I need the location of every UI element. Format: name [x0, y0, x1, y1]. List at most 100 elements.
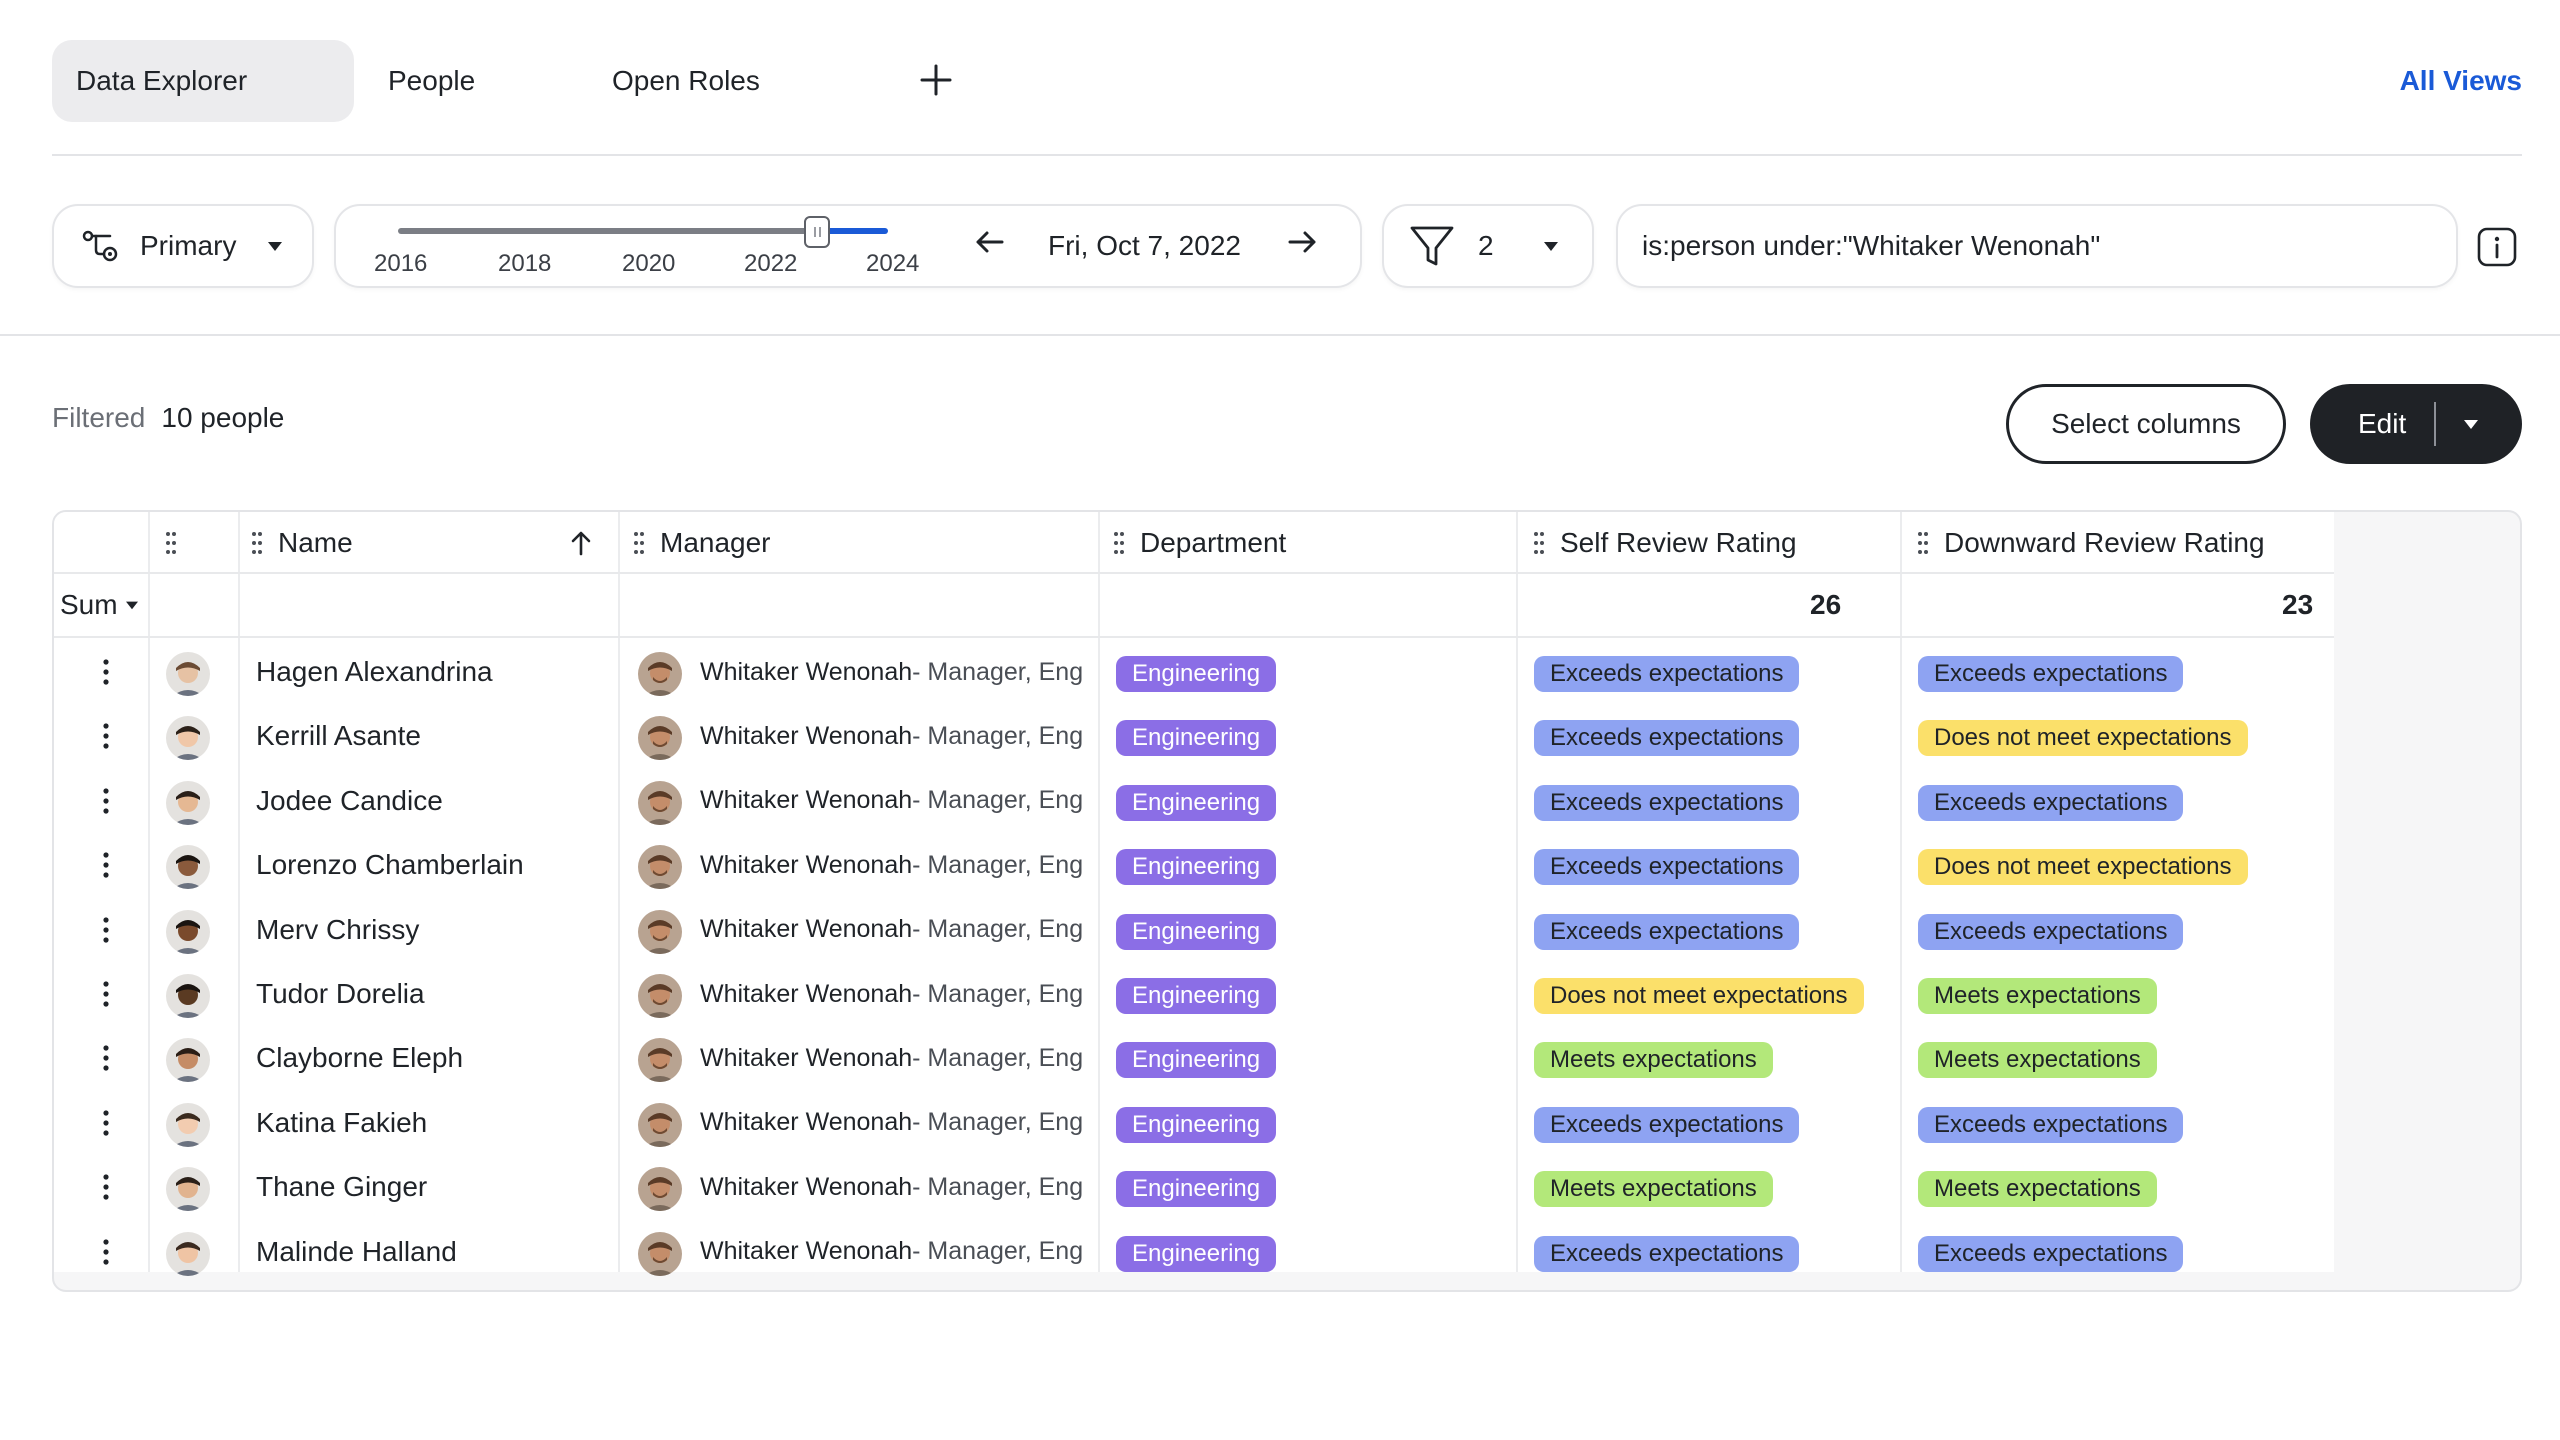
timeline-control: 2016 2018 2020 2022 2024 Fri, Oct 7, 202…: [334, 204, 1362, 288]
tab-data-explorer[interactable]: Data Explorer: [52, 40, 354, 122]
arrow-left-icon[interactable]: [972, 224, 1008, 260]
manager-name: Whitaker Wenonah: [700, 657, 913, 686]
table-row[interactable]: Tudor Dorelia Whitaker Wenonah - Manager,…: [54, 962, 2334, 1026]
people-table: Name Manager Department Self Review Rati…: [52, 510, 2522, 1292]
person-name[interactable]: Clayborne Eleph: [256, 1026, 463, 1090]
row-menu-icon[interactable]: [102, 980, 110, 1008]
select-columns-button[interactable]: Select columns: [2006, 384, 2286, 464]
column-header-label: Manager: [660, 527, 771, 558]
self-review-tag: Does not meet expectations: [1534, 978, 1864, 1014]
add-tab-icon[interactable]: [912, 56, 960, 104]
person-name[interactable]: Thane Ginger: [256, 1155, 427, 1219]
filter-dropdown[interactable]: 2: [1382, 204, 1594, 288]
caret-down-icon[interactable]: [2462, 417, 2480, 431]
manager-cell[interactable]: Whitaker Wenonah - Manager, Eng: [700, 962, 1134, 1026]
person-name[interactable]: Jodee Candice: [256, 769, 443, 833]
table-row[interactable]: Katina Fakieh Whitaker Wenonah - Manager,…: [54, 1091, 2334, 1155]
person-name[interactable]: Katina Fakieh: [256, 1091, 427, 1155]
info-icon[interactable]: [2476, 226, 2518, 268]
manager-cell[interactable]: Whitaker Wenonah - Manager, Eng: [700, 1026, 1134, 1090]
arrow-right-icon[interactable]: [1284, 224, 1320, 260]
table-row[interactable]: Lorenzo Chamberlain Whitaker Wenonah - Ma…: [54, 833, 2334, 897]
person-name[interactable]: Lorenzo Chamberlain: [256, 833, 524, 897]
drag-handle-icon: [1918, 532, 1928, 554]
filter-summary: Filtered 10 people: [52, 402, 284, 434]
tab-label: People: [388, 65, 476, 96]
self-review-tag: Meets expectations: [1534, 1171, 1773, 1208]
edit-button[interactable]: Edit: [2310, 384, 2522, 464]
manager-cell[interactable]: Whitaker Wenonah - Manager, Eng: [700, 1091, 1134, 1155]
manager-cell[interactable]: Whitaker Wenonah - Manager, Eng: [700, 640, 1134, 704]
department-tag: Engineering: [1116, 978, 1277, 1014]
row-menu-icon[interactable]: [102, 1044, 110, 1072]
tab-people[interactable]: People: [388, 40, 528, 122]
table-row[interactable]: Thane Ginger Whitaker Wenonah - Manager, …: [54, 1155, 2334, 1219]
view-tabs: Data Explorer People Open Roles All View…: [52, 40, 2522, 124]
timeline-slider-handle[interactable]: [804, 216, 830, 248]
person-name[interactable]: Hagen Alexandrina: [256, 640, 493, 704]
sort-ascending-icon[interactable]: [566, 528, 596, 558]
manager-cell[interactable]: Whitaker Wenonah - Manager, Eng: [700, 769, 1134, 833]
query-input[interactable]: [1642, 230, 2422, 262]
row-menu-icon[interactable]: [102, 658, 110, 686]
manager-role: - Manager, Eng: [912, 850, 1084, 879]
row-menu-icon[interactable]: [102, 722, 110, 750]
person-name[interactable]: Merv Chrissy: [256, 898, 419, 962]
downward-review-tag: Meets expectations: [1918, 1171, 2157, 1208]
all-views-link[interactable]: All Views: [2400, 40, 2522, 122]
row-menu-icon[interactable]: [102, 1109, 110, 1137]
manager-name: Whitaker Wenonah: [700, 850, 913, 879]
tab-label: Open Roles: [612, 65, 760, 96]
column-header-department[interactable]: Department: [1112, 512, 1286, 574]
table-row[interactable]: Malinde Halland Whitaker Wenonah - Manage…: [54, 1220, 2334, 1284]
row-menu-icon[interactable]: [102, 916, 110, 944]
column-header-manager[interactable]: Manager: [632, 512, 771, 574]
manager-avatar: [638, 652, 682, 696]
selected-date[interactable]: Fri, Oct 7, 2022: [1048, 206, 1241, 286]
drag-handle-icon: [166, 532, 176, 554]
manager-cell[interactable]: Whitaker Wenonah - Manager, Eng: [700, 898, 1134, 962]
row-menu-icon[interactable]: [102, 787, 110, 815]
row-menu-icon[interactable]: [102, 1238, 110, 1266]
row-menu-icon[interactable]: [102, 1173, 110, 1201]
table-row[interactable]: Jodee Candice Whitaker Wenonah - Manager,…: [54, 769, 2334, 833]
column-header-name[interactable]: Name: [250, 512, 353, 574]
manager-cell[interactable]: Whitaker Wenonah - Manager, Eng: [700, 1155, 1134, 1219]
manager-role: - Manager, Eng: [912, 1172, 1084, 1201]
person-name[interactable]: Malinde Halland: [256, 1220, 457, 1284]
table-row[interactable]: Clayborne Eleph Whitaker Wenonah - Manage…: [54, 1026, 2334, 1090]
avatar: [166, 652, 210, 696]
row-drag-column-header[interactable]: [164, 512, 192, 574]
manager-role: - Manager, Eng: [912, 786, 1084, 815]
person-name[interactable]: Tudor Dorelia: [256, 962, 425, 1026]
person-name[interactable]: Kerrill Asante: [256, 704, 421, 768]
table-row[interactable]: Hagen Alexandrina Whitaker Wenonah - Mana…: [54, 640, 2334, 704]
avatar: [166, 1231, 210, 1276]
result-count: 10 people: [161, 402, 285, 433]
column-header-self-review[interactable]: Self Review Rating: [1532, 512, 1797, 574]
row-menu-icon[interactable]: [102, 851, 110, 879]
table-row[interactable]: Merv Chrissy Whitaker Wenonah - Manager, …: [54, 898, 2334, 962]
downward-review-tag: Exceeds expectations: [1918, 1106, 2184, 1143]
manager-cell[interactable]: Whitaker Wenonah - Manager, Eng: [700, 833, 1134, 897]
table-row[interactable]: Kerrill Asante Whitaker Wenonah - Manager…: [54, 704, 2334, 768]
self-review-tag: Exceeds expectations: [1534, 913, 1800, 950]
downward-review-tag: Meets expectations: [1918, 978, 2157, 1014]
primary-view-dropdown[interactable]: Primary: [52, 204, 314, 288]
sum-row: Sum 26 23: [54, 574, 2334, 638]
caret-down-icon: [125, 601, 138, 610]
department-tag: Engineering: [1116, 1106, 1277, 1143]
tab-open-roles[interactable]: Open Roles: [612, 40, 812, 122]
manager-cell[interactable]: Whitaker Wenonah - Manager, Eng: [700, 1220, 1134, 1284]
drag-handle-icon: [252, 532, 262, 554]
tab-label: Data Explorer: [76, 65, 248, 96]
sum-self-review: 26: [1810, 589, 1842, 620]
caret-down-icon: [268, 242, 283, 251]
manager-avatar: [638, 845, 682, 890]
self-review-tag: Exceeds expectations: [1534, 784, 1800, 821]
aggregate-dropdown[interactable]: Sum: [60, 574, 140, 636]
column-header-downward-review[interactable]: Downward Review Rating: [1916, 512, 2265, 574]
manager-cell[interactable]: Whitaker Wenonah - Manager, Eng: [700, 704, 1134, 768]
edit-label: Edit: [2358, 408, 2407, 439]
timeline-slider-track[interactable]: [398, 228, 814, 234]
